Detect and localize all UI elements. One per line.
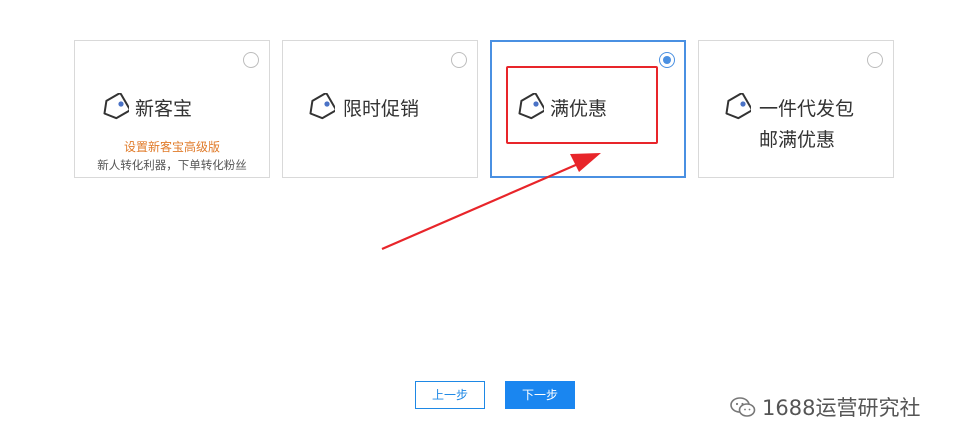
watermark-text: 1688运营研究社 (762, 396, 921, 420)
prev-step-button[interactable]: 上一步 (415, 381, 485, 409)
watermark: 1688运营研究社 (730, 392, 920, 422)
wechat-icon (730, 397, 756, 417)
next-step-button[interactable]: 下一步 (505, 381, 575, 409)
